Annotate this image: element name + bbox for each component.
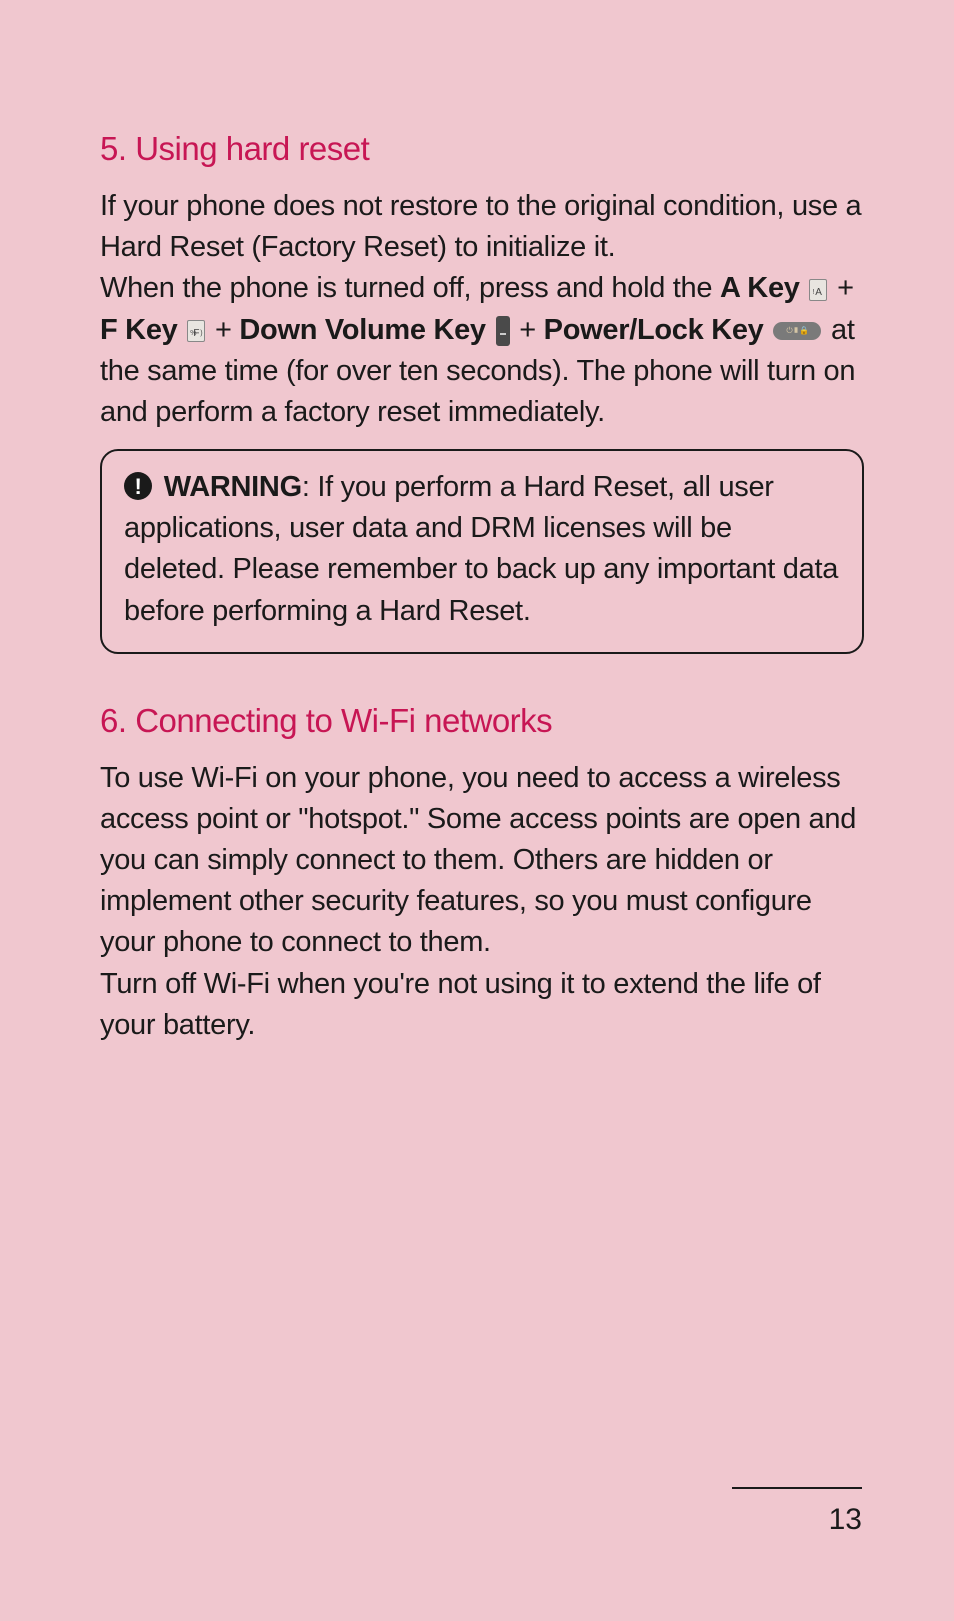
volume-key-icon: [496, 316, 510, 346]
warning-content: ! WARNING: If you perform a Hard Reset, …: [124, 467, 840, 632]
f-key-icon: F: [187, 320, 205, 342]
section-5-paragraph-2: When the phone is turned off, press and …: [100, 268, 864, 433]
power-key-icon: [773, 322, 821, 340]
section-6-heading: 6. Connecting to Wi-Fi networks: [100, 702, 864, 740]
section-6-paragraph-1: To use Wi-Fi on your phone, you need to …: [100, 758, 864, 964]
footer-divider: [732, 1487, 862, 1489]
page-footer: 13: [732, 1487, 862, 1537]
warning-box: ! WARNING: If you perform a Hard Reset, …: [100, 449, 864, 654]
warning-label: WARNING: [164, 471, 302, 503]
page-number: 13: [829, 1503, 862, 1537]
section-5-paragraph-1: If your phone does not restore to the or…: [100, 186, 864, 268]
f-key-label: F Key: [100, 314, 177, 346]
power-lock-key-label: Power/Lock Key: [544, 314, 764, 346]
a-key-icon: A: [809, 279, 827, 301]
section-5-heading: 5. Using hard reset: [100, 130, 864, 168]
section-6-paragraph-2: Turn off Wi-Fi when you're not using it …: [100, 964, 864, 1046]
down-volume-key-label: Down Volume Key: [239, 314, 485, 346]
plus-2: +: [207, 314, 239, 346]
plus-3: +: [512, 314, 544, 346]
a-key-label: A Key: [720, 272, 800, 304]
plus-1: +: [829, 272, 853, 304]
warning-icon: !: [124, 472, 152, 500]
para2-text-1: When the phone is turned off, press and …: [100, 272, 720, 304]
